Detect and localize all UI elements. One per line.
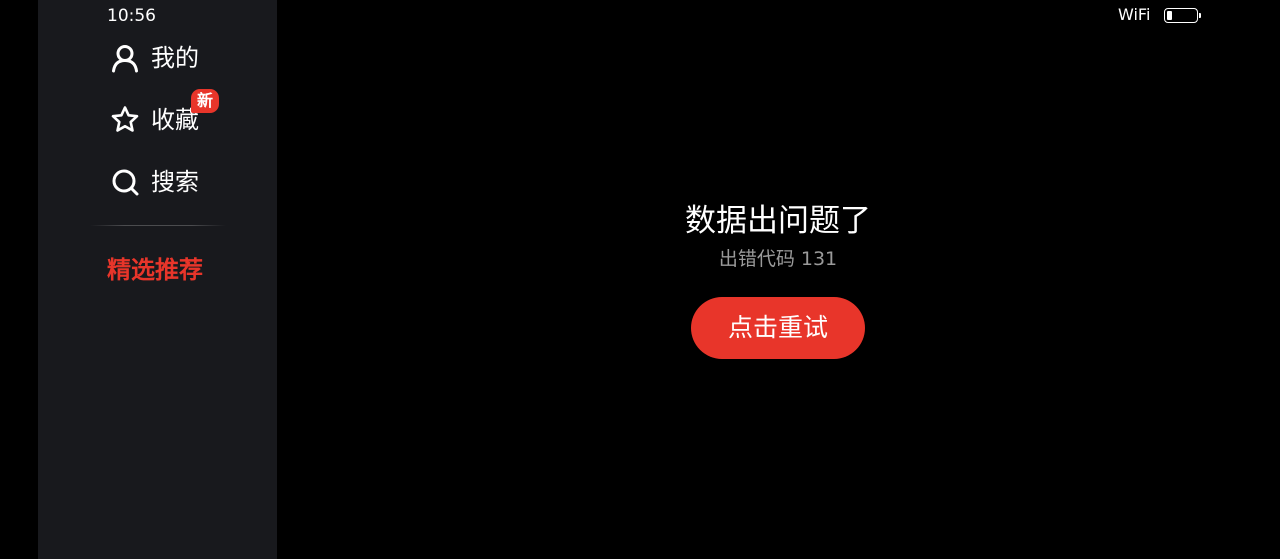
new-badge: 新	[191, 89, 219, 113]
status-indicators: WiFi	[1118, 5, 1202, 25]
battery-tip	[1199, 12, 1202, 18]
search-icon	[110, 167, 140, 197]
sidebar-item-label: 搜索	[151, 168, 199, 196]
error-code: 出错代码 131	[718, 248, 838, 270]
battery-icon	[1164, 7, 1202, 23]
sidebar-divider	[90, 225, 226, 226]
battery-level	[1167, 10, 1173, 20]
sidebar-item-mine[interactable]: 我的	[110, 41, 199, 75]
status-time: 10:56	[107, 6, 156, 26]
sidebar-item-search[interactable]: 搜索	[110, 165, 199, 199]
person-icon	[110, 43, 140, 73]
app-screen: 10:56 WiFi 我的 收藏 新 搜索 精选推荐 数据出问题了 出错代码 1…	[0, 0, 1280, 559]
sidebar-item-featured[interactable]: 精选推荐	[107, 254, 203, 286]
star-icon	[110, 105, 140, 135]
wifi-label: WiFi	[1118, 5, 1151, 24]
retry-button[interactable]: 点击重试	[691, 297, 865, 359]
error-title: 数据出问题了	[685, 203, 871, 239]
sidebar-item-label: 我的	[151, 44, 199, 72]
sidebar-item-favorites[interactable]: 收藏 新	[110, 89, 219, 137]
